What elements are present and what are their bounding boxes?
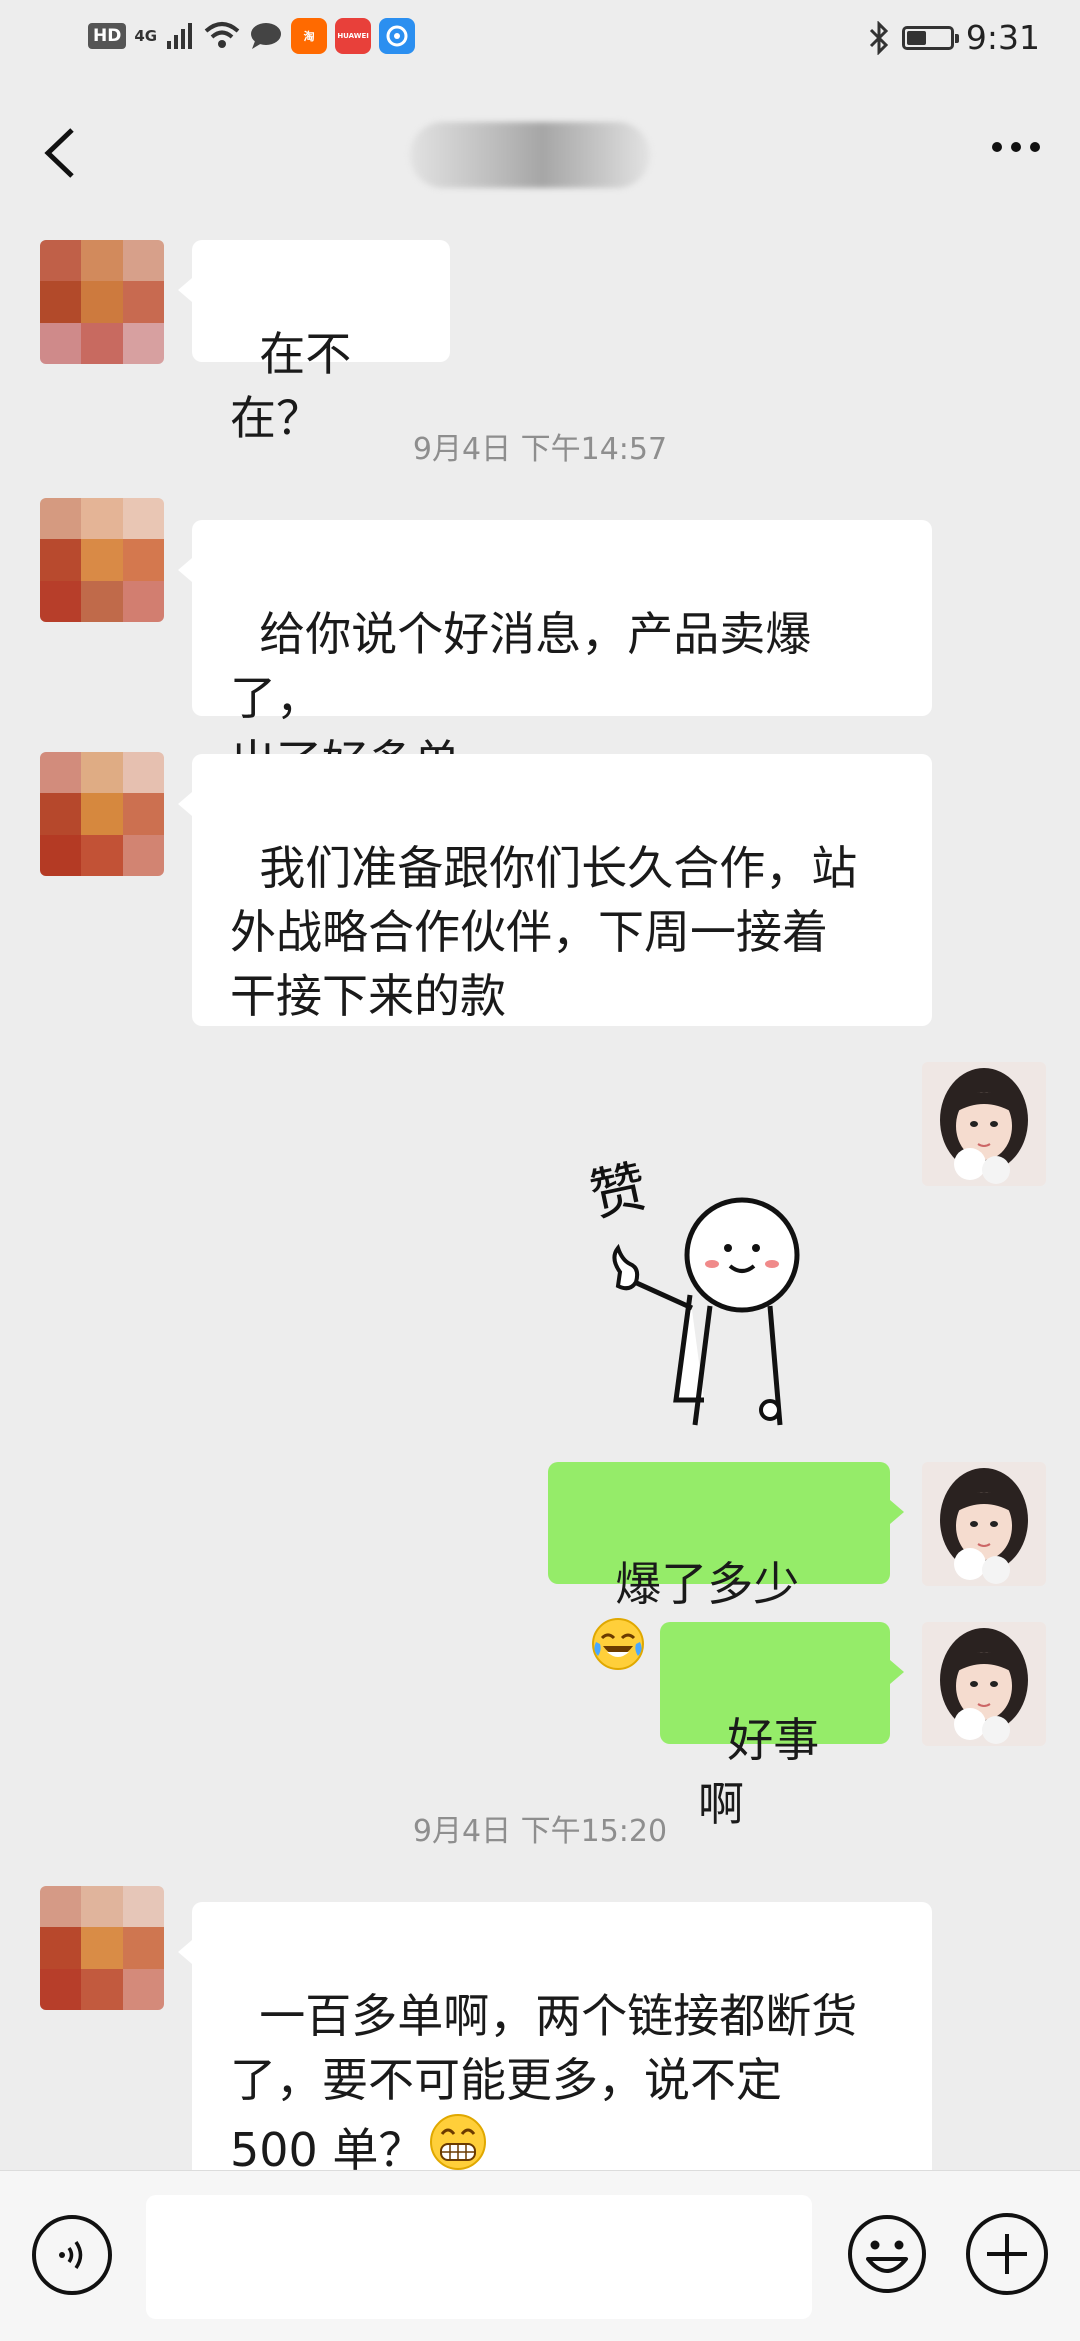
user-avatar[interactable]	[922, 1462, 1046, 1586]
chevron-left-icon	[44, 128, 74, 178]
hd-badge: HD	[88, 23, 127, 49]
signal-icon	[167, 23, 193, 49]
emoji-button[interactable]	[846, 2213, 928, 2295]
user-avatar[interactable]	[922, 1622, 1046, 1746]
message-bubble-incoming[interactable]: 我们准备跟你们长久合作，站 外战略合作伙伴，下周一接着 干接下来的款	[178, 754, 932, 1026]
contact-avatar[interactable]	[40, 240, 164, 364]
message-text: 一百多单啊，两个链接都断货 了，要不可能更多，说不定 500 单？	[230, 1989, 858, 2177]
contact-avatar[interactable]	[40, 498, 164, 622]
voice-button[interactable]	[32, 2215, 112, 2295]
thumbs-up-stickman-sticker: 赞	[584, 1154, 800, 1426]
battery-icon	[901, 25, 959, 50]
sticker-text: 赞	[584, 1154, 652, 1229]
chat-input-bar	[0, 2170, 1080, 2341]
emoji-face-icon	[848, 2215, 926, 2293]
contact-avatar[interactable]	[40, 1886, 164, 2010]
network-type: 4G	[134, 27, 158, 45]
chat-title-blurred	[410, 122, 650, 188]
status-right-icons: 9:31	[868, 18, 1040, 57]
huawei-app-icon: HUAWEI	[335, 18, 372, 54]
back-button[interactable]	[36, 118, 86, 188]
more-button[interactable]	[992, 142, 1040, 152]
taobao-app-icon: 淘	[291, 18, 328, 54]
user-avatar[interactable]	[922, 1062, 1046, 1186]
contact-avatar[interactable]	[40, 752, 164, 876]
message-bubble-outgoing[interactable]: 爆了多少	[548, 1462, 904, 1670]
laughing-tears-emoji	[592, 1618, 644, 1670]
browser-app-icon	[379, 18, 416, 54]
message-text: 爆了多少	[615, 1557, 800, 1611]
timestamp: 9月4日 下午15:20	[412, 1814, 668, 1849]
grinning-emoji	[430, 2114, 487, 2170]
message-input[interactable]	[146, 2195, 812, 2319]
more-dots-icon	[992, 142, 1002, 152]
wifi-icon	[204, 22, 240, 48]
message-bubble-incoming[interactable]: 一百多单啊，两个链接都断货 了，要不可能更多，说不定 500 单？	[178, 1902, 932, 2177]
sticker-message[interactable]: 赞	[580, 1140, 820, 1430]
message-bubble-outgoing[interactable]: 好事啊	[660, 1622, 904, 1831]
timestamp: 9月4日 下午14:57	[412, 432, 668, 467]
message-bubble-incoming[interactable]: 给你说个好消息，产品卖爆了， 出了好多单	[178, 520, 932, 789]
plus-button[interactable]	[966, 2213, 1048, 2295]
status-bar: HD 4G 淘 HUAWEI 9:31	[0, 0, 1080, 80]
bluetooth-icon	[869, 20, 889, 55]
status-left-icons: HD 4G 淘 HUAWEI	[88, 18, 416, 54]
clock: 9:31	[965, 18, 1040, 57]
message-text: 我们准备跟你们长久合作，站 外战略合作伙伴，下周一接着 干接下来的款	[230, 841, 858, 1023]
voice-input-icon	[59, 2241, 83, 2269]
message-bubble-incoming[interactable]: 在不在？	[178, 240, 450, 445]
message-notification-icon	[251, 23, 282, 49]
chat-header	[0, 80, 1080, 230]
